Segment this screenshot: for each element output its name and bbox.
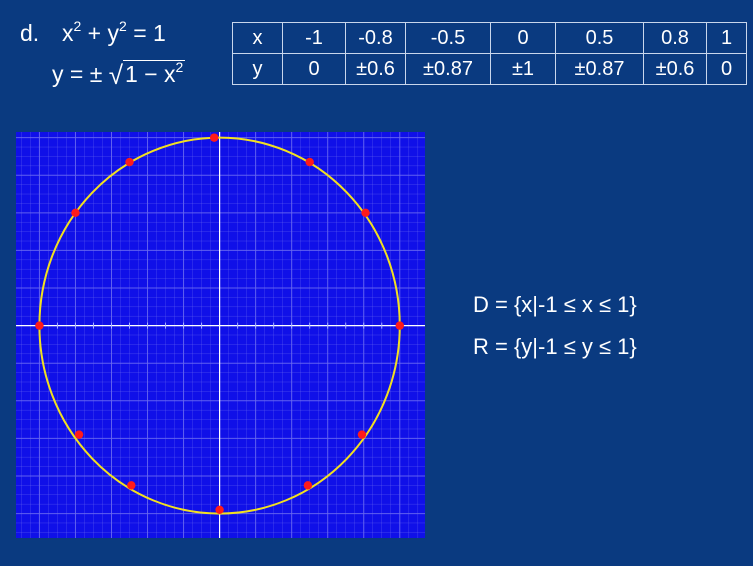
data-point — [305, 157, 314, 167]
data-point — [35, 321, 44, 330]
domain-text: D = {x|-1 ≤ x ≤ 1} — [473, 292, 637, 317]
data-point — [71, 208, 80, 218]
data-point — [357, 430, 367, 439]
data-point — [395, 321, 404, 330]
circle-graph — [16, 132, 425, 538]
data-point — [303, 481, 313, 490]
data-point — [125, 157, 134, 167]
data-point — [361, 208, 370, 218]
data-point — [215, 505, 224, 515]
data-point — [127, 481, 136, 490]
data-point — [74, 430, 84, 439]
data-point — [209, 133, 219, 142]
range-text: R = {y|-1 ≤ y ≤ 1} — [473, 334, 637, 359]
